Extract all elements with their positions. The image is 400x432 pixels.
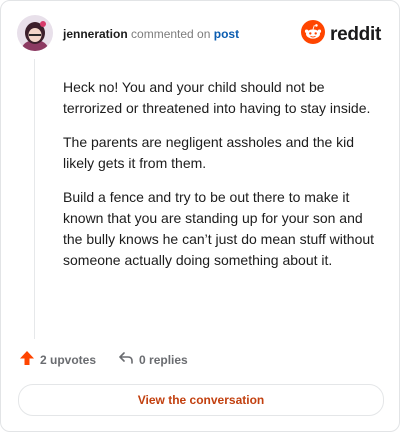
reddit-logo[interactable]: reddit (301, 20, 381, 49)
reddit-snoo-icon (301, 20, 326, 49)
thread-line (34, 59, 35, 339)
avatar[interactable] (17, 15, 53, 51)
upvote-count: 2 upvotes (40, 352, 97, 367)
comment-paragraph: The parents are negligent assholes and t… (63, 134, 355, 171)
comment-header: jenneration commented on post (63, 27, 239, 41)
username[interactable]: jenneration (63, 27, 128, 41)
arrow-up-icon (19, 350, 40, 369)
view-conversation-button[interactable]: View the conversation (18, 384, 384, 416)
replies-button[interactable]: 0 replies (118, 350, 188, 369)
brand-wordmark: reddit (330, 23, 381, 45)
upvote-button[interactable]: 2 upvotes (19, 350, 96, 369)
comment-actions: 2 upvotes 0 replies (19, 350, 210, 369)
comment-paragraph: Heck no! You and your child should not b… (63, 79, 371, 116)
reply-arrow-icon (118, 350, 139, 369)
reply-count: 0 replies (139, 352, 188, 367)
commented-on-label: commented on (131, 27, 211, 41)
comment-body: Heck no! You and your child should not b… (63, 77, 381, 284)
embed-card: jenneration commented on post reddit Hec… (0, 0, 400, 432)
comment-paragraph: Build a fence and try to be out there to… (63, 189, 375, 268)
post-link[interactable]: post (214, 27, 239, 41)
